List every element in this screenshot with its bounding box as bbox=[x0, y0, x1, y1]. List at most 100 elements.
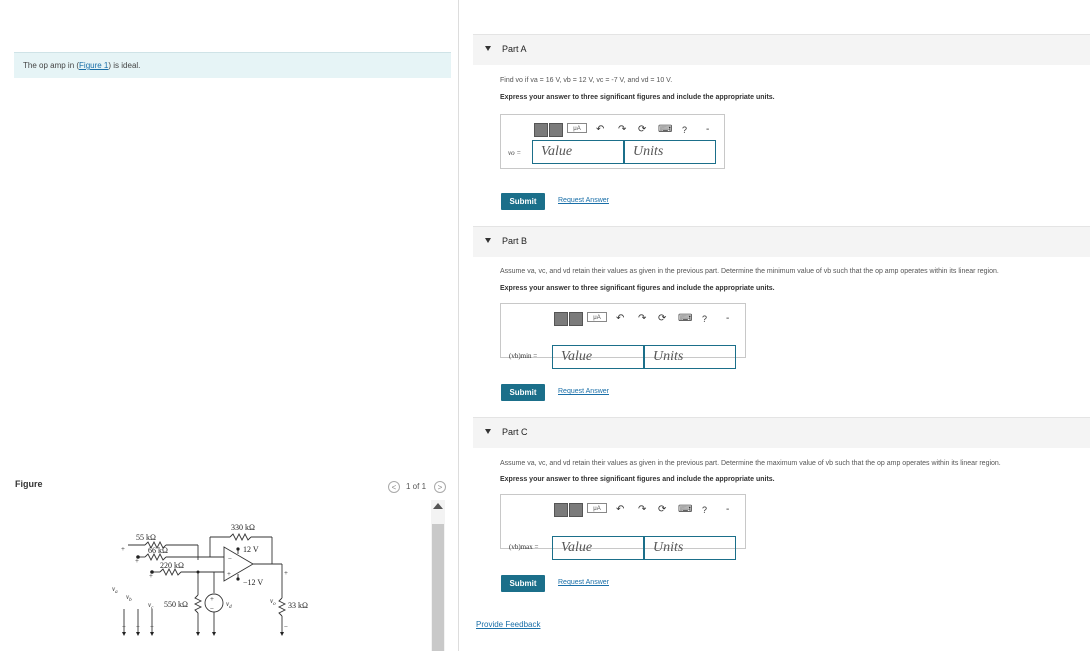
redo-icon[interactable]: ↷ bbox=[618, 123, 626, 137]
part-b-request-answer-link[interactable]: Request Answer bbox=[558, 388, 609, 395]
noninverting-input-sign: + bbox=[227, 570, 231, 578]
resistor-55k-label: 55 kΩ bbox=[136, 533, 156, 542]
part-b-instructions: Express your answer to three significant… bbox=[500, 285, 775, 292]
collapse-caret-icon[interactable] bbox=[485, 46, 491, 51]
fraction-icon[interactable] bbox=[549, 123, 563, 137]
resistor-33k-label: 33 kΩ bbox=[288, 601, 308, 610]
vo-subscript: o bbox=[273, 602, 276, 607]
panel-divider bbox=[458, 0, 459, 651]
part-b-answer-box: μA ↶ ↷ ⟳ ⌨ ? - (vb)min = Value Units bbox=[500, 303, 746, 369]
svg-text:−: − bbox=[210, 605, 214, 613]
part-c-submit-button[interactable]: Submit bbox=[501, 575, 545, 592]
templates-icon[interactable] bbox=[554, 503, 568, 517]
keyboard-icon[interactable]: ⌨ bbox=[678, 503, 692, 517]
part-c-answer-box: μA ↶ ↷ ⟳ ⌨ ? - (vb)max = Value Units bbox=[500, 494, 746, 560]
svg-text:va: va bbox=[112, 585, 118, 595]
undo-icon[interactable]: ↶ bbox=[616, 312, 624, 326]
scroll-up-arrow-icon[interactable] bbox=[433, 503, 443, 509]
figure-label: Figure bbox=[15, 479, 43, 489]
resistor-220k-label: 220 kΩ bbox=[160, 561, 184, 570]
part-b-variable-label: (vb)min = bbox=[509, 352, 538, 360]
part-b-header[interactable]: Part B bbox=[473, 226, 1090, 257]
provide-feedback-link[interactable]: Provide Feedback bbox=[476, 620, 540, 629]
keyboard-icon[interactable]: ⌨ bbox=[658, 123, 672, 137]
part-a-units-input[interactable]: Units bbox=[624, 140, 716, 164]
part-b-units-input[interactable]: Units bbox=[644, 345, 736, 369]
figure-scroll-thumb[interactable] bbox=[432, 524, 444, 651]
figure-link[interactable]: Figure 1 bbox=[79, 61, 108, 70]
va-subscript: a bbox=[115, 590, 118, 595]
svg-text:+: + bbox=[121, 545, 125, 553]
part-b-title: Part B bbox=[502, 236, 528, 246]
part-c-question: Assume va, vc, and vd retain their value… bbox=[500, 460, 1001, 467]
part-b-value-input[interactable]: Value bbox=[552, 345, 644, 369]
part-a-instructions: Express your answer to three significant… bbox=[500, 94, 775, 101]
part-c-instructions: Express your answer to three significant… bbox=[500, 476, 775, 483]
op-amp-circuit-diagram: 55 kΩ 66 kΩ 220 kΩ 330 kΩ 12 V −12 V 550… bbox=[112, 523, 308, 636]
resistor-66k-label: 66 kΩ bbox=[148, 546, 168, 555]
fraction-icon[interactable] bbox=[569, 503, 583, 517]
reset-icon[interactable]: ⟳ bbox=[658, 312, 666, 326]
svg-text:−: − bbox=[122, 623, 126, 631]
part-c-value-input[interactable]: Value bbox=[552, 536, 644, 560]
fraction-icon[interactable] bbox=[569, 312, 583, 326]
part-b-question: Assume va, vc, and vd retain their value… bbox=[500, 268, 999, 275]
svg-text:vd: vd bbox=[226, 600, 232, 610]
more-icon[interactable]: - bbox=[726, 312, 729, 326]
collapse-caret-icon[interactable] bbox=[485, 429, 491, 434]
intro-text: The op amp in ( bbox=[23, 61, 80, 70]
svg-text:−: − bbox=[284, 623, 288, 631]
vb-subscript: b bbox=[129, 598, 132, 603]
svg-text:vb: vb bbox=[126, 593, 132, 603]
resistor-550k-label: 550 kΩ bbox=[164, 600, 188, 609]
vc-subscript: c bbox=[151, 606, 154, 611]
part-c-variable-label: (vb)max = bbox=[509, 543, 539, 551]
reset-icon[interactable]: ⟳ bbox=[638, 123, 646, 137]
svg-text:+: + bbox=[149, 572, 153, 580]
help-icon[interactable]: ? bbox=[702, 312, 707, 326]
svg-text:+: + bbox=[135, 557, 139, 565]
reset-icon[interactable]: ⟳ bbox=[658, 503, 666, 517]
svg-text:vo: vo bbox=[270, 597, 276, 607]
templates-icon[interactable] bbox=[554, 312, 568, 326]
undo-icon[interactable]: ↶ bbox=[596, 123, 604, 137]
intro-text-end: ) is ideal. bbox=[108, 61, 141, 70]
svg-text:−: − bbox=[136, 623, 140, 631]
help-icon[interactable]: ? bbox=[702, 503, 707, 517]
part-c-header[interactable]: Part C bbox=[473, 417, 1090, 448]
redo-icon[interactable]: ↷ bbox=[638, 503, 646, 517]
supply-positive-label: 12 V bbox=[243, 545, 259, 554]
units-mu-icon[interactable]: μA bbox=[567, 123, 587, 133]
next-figure-button[interactable]: > bbox=[434, 481, 446, 493]
part-b-submit-button[interactable]: Submit bbox=[501, 384, 545, 401]
collapse-caret-icon[interactable] bbox=[485, 238, 491, 243]
more-icon[interactable]: - bbox=[706, 123, 709, 137]
part-a-request-answer-link[interactable]: Request Answer bbox=[558, 197, 609, 204]
problem-intro: The op amp in (Figure 1) is ideal. bbox=[14, 52, 451, 78]
help-icon[interactable]: ? bbox=[682, 123, 687, 137]
undo-icon[interactable]: ↶ bbox=[616, 503, 624, 517]
part-a-value-input[interactable]: Value bbox=[532, 140, 624, 164]
part-c-request-answer-link[interactable]: Request Answer bbox=[558, 579, 609, 586]
part-a-submit-button[interactable]: Submit bbox=[501, 193, 545, 210]
templates-icon[interactable] bbox=[534, 123, 548, 137]
part-a-variable-label: vo = bbox=[508, 149, 522, 157]
part-a-question: Find vo if va = 16 V, vb = 12 V, vc = -7… bbox=[500, 77, 673, 84]
units-mu-icon[interactable]: μA bbox=[587, 312, 607, 322]
svg-text:+: + bbox=[210, 595, 214, 603]
prev-figure-button[interactable]: < bbox=[388, 481, 400, 493]
units-mu-icon[interactable]: μA bbox=[587, 503, 607, 513]
part-c-title: Part C bbox=[502, 427, 528, 437]
svg-text:−: − bbox=[150, 623, 154, 631]
more-icon[interactable]: - bbox=[726, 503, 729, 517]
svg-text:vc: vc bbox=[148, 601, 154, 611]
figure-pager: 1 of 1 bbox=[406, 482, 427, 491]
keyboard-icon[interactable]: ⌨ bbox=[678, 312, 692, 326]
part-a-title: Part A bbox=[502, 44, 527, 54]
redo-icon[interactable]: ↷ bbox=[638, 312, 646, 326]
svg-text:+: + bbox=[284, 569, 288, 577]
part-c-units-input[interactable]: Units bbox=[644, 536, 736, 560]
supply-negative-label: −12 V bbox=[243, 578, 263, 587]
resistor-330k-label: 330 kΩ bbox=[231, 523, 255, 532]
part-a-header[interactable]: Part A bbox=[473, 34, 1090, 65]
